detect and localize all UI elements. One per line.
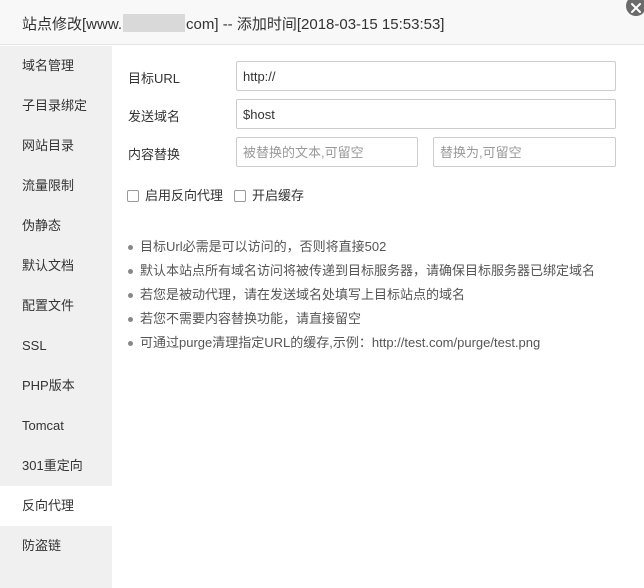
sidebar-item-config-file[interactable]: 配置文件 [0,286,112,326]
send-domain-input[interactable] [236,99,616,129]
redacted-domain-mask [123,14,186,32]
replace-from-input[interactable] [236,137,418,167]
sidebar-item-traffic-limit[interactable]: 流量限制 [0,166,112,206]
send-domain-label: 发送域名 [128,109,181,124]
checkbox-box[interactable] [127,190,139,202]
sidebar-item-php-version[interactable]: PHP版本 [0,366,112,406]
close-button[interactable] [626,0,644,16]
sidebar-item-domain-management[interactable]: 域名管理 [0,46,112,86]
enable-cache-label: 开启缓存 [252,188,305,203]
enable-reverse-proxy-checkbox[interactable]: 启用反向代理 [127,185,223,204]
sidebar-menu: 域名管理 子目录绑定 网站目录 流量限制 伪静态 默认文档 配置文件 SSL P… [0,46,112,588]
close-icon [631,3,641,13]
sidebar-item-rewrite[interactable]: 伪静态 [0,206,112,246]
content-replace-label: 内容替换 [128,147,181,162]
sidebar-item-site-directory[interactable]: 网站目录 [0,126,112,166]
sidebar-item-tomcat[interactable]: Tomcat [0,406,112,446]
sidebar-item-default-document[interactable]: 默认文档 [0,246,112,286]
tip-item: 默认本站点所有域名访问将被传递到目标服务器，请确保目标服务器已绑定域名 [128,262,628,286]
checkbox-box[interactable] [234,190,246,202]
target-url-label: 目标URL [128,71,181,86]
sidebar-item-ssl[interactable]: SSL [0,326,112,366]
target-url-input[interactable] [236,61,616,91]
tips-list: 目标Url必需是可以访问的，否则将直接502 默认本站点所有域名访问将被传递到目… [128,238,628,358]
tip-item: 可通过purge清理指定URL的缓存,示例：http://test.com/pu… [128,334,628,358]
dialog-title-bar: 站点修改[www. com] -- 添加时间[2018-03-15 15:53:5… [0,0,644,45]
dialog-title: 站点修改[www. com] -- 添加时间[2018-03-15 15:53:5… [22,13,444,34]
enable-reverse-proxy-label: 启用反向代理 [145,188,224,203]
sidebar-item-subdirectory-binding[interactable]: 子目录绑定 [0,86,112,126]
enable-cache-checkbox[interactable]: 开启缓存 [234,185,304,204]
sidebar-item-301-redirect[interactable]: 301重定向 [0,446,112,486]
site-edit-dialog: 站点修改[www. com] -- 添加时间[2018-03-15 15:53:5… [0,0,644,588]
dialog-title-prefix: 站点修改[www. [22,16,123,33]
tip-item: 若您是被动代理，请在发送域名处填写上目标站点的域名 [128,286,628,310]
sidebar-item-reverse-proxy[interactable]: 反向代理 [0,486,112,526]
dialog-title-suffix: com] -- 添加时间[2018-03-15 15:53:53] [186,16,445,33]
tip-item: 目标Url必需是可以访问的，否则将直接502 [128,238,628,262]
sidebar-item-hotlink-protection[interactable]: 防盗链 [0,526,112,566]
tip-item: 若您不需要内容替换功能，请直接留空 [128,310,628,334]
replace-to-input[interactable] [433,137,616,167]
